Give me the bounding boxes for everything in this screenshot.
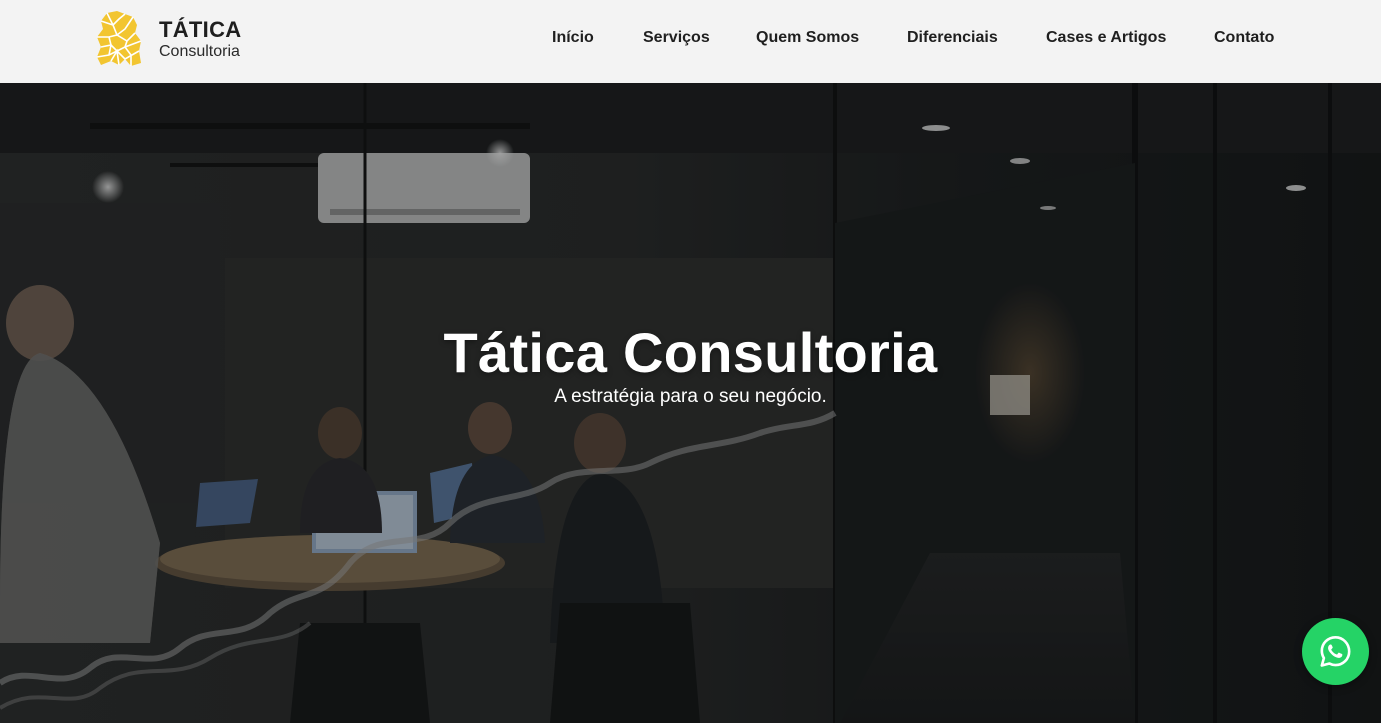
hero-subtitle: A estratégia para o seu negócio. xyxy=(554,386,827,407)
nav-link-servicos[interactable]: Serviços xyxy=(643,29,710,47)
nav-link-cases-e-artigos[interactable]: Cases e Artigos xyxy=(1046,29,1166,47)
nav-link-diferenciais[interactable]: Diferenciais xyxy=(907,29,998,47)
site-header: TÁTICA Consultoria Início Serviços Quem … xyxy=(0,0,1381,83)
nav-link-inicio[interactable]: Início xyxy=(552,29,594,47)
hero-section: Tática Consultoria A estratégia para o s… xyxy=(0,83,1381,723)
whatsapp-button[interactable] xyxy=(1302,618,1369,685)
nav-link-quem-somos[interactable]: Quem Somos xyxy=(756,29,859,47)
whatsapp-icon xyxy=(1320,635,1351,667)
hero-title: Tática Consultoria xyxy=(443,321,938,384)
main-nav: Início Serviços Quem Somos Diferenciais … xyxy=(0,29,1381,51)
nav-link-contato[interactable]: Contato xyxy=(1214,29,1274,47)
